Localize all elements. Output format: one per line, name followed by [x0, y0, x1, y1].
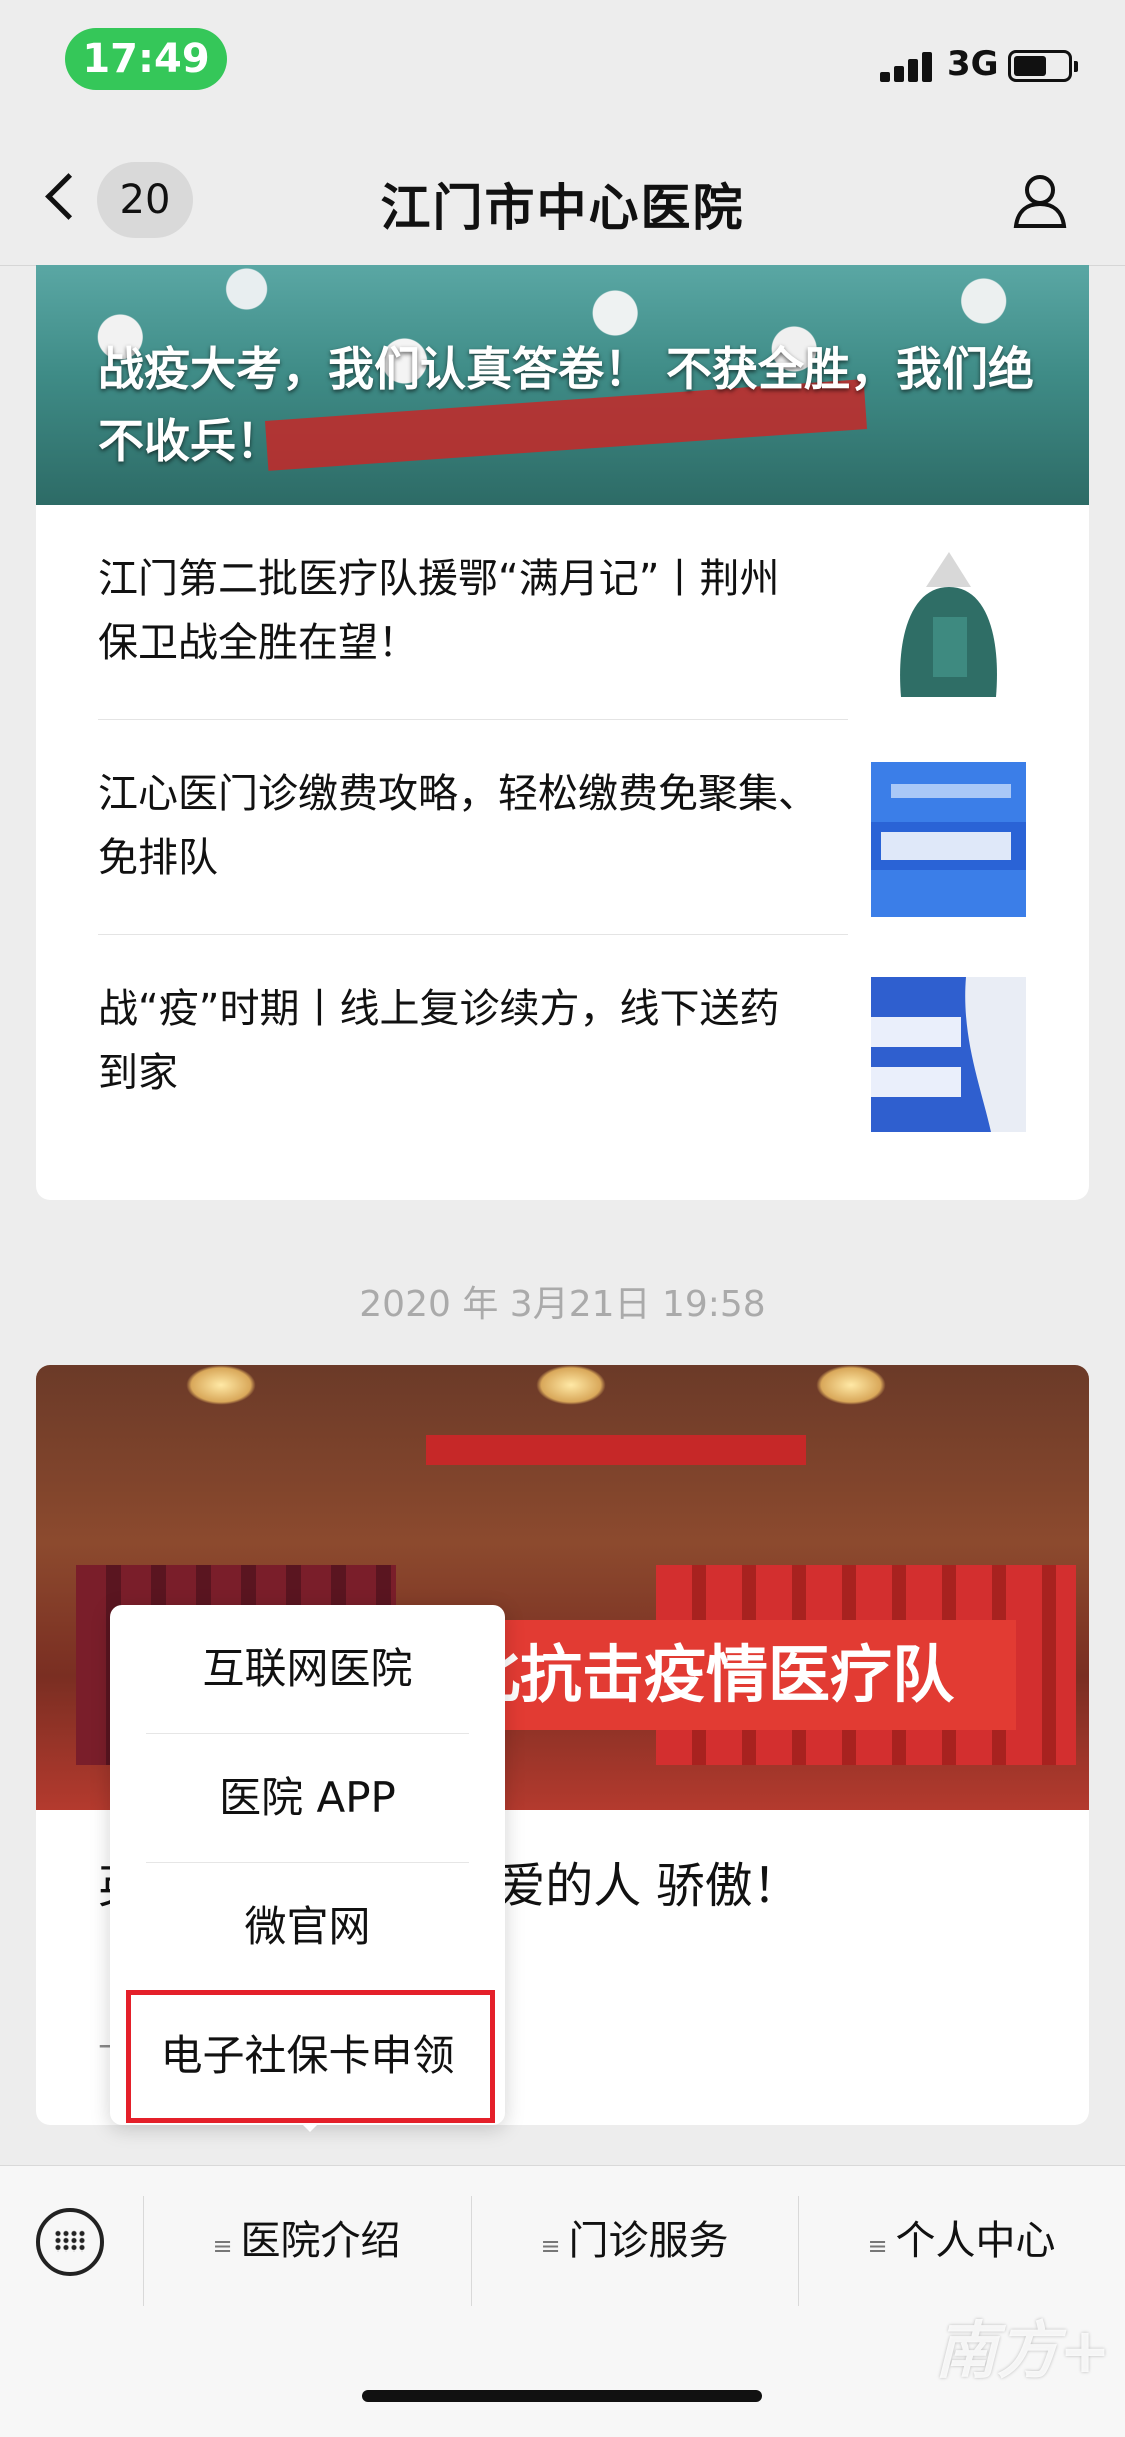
- list-item[interactable]: 战“疫”时期丨线上复诊续方，线下送药到家: [36, 935, 1089, 1150]
- page-title: 江门市中心医院: [380, 179, 745, 237]
- article-group-card: 战疫大考，我们认真答卷！ 不获全胜，我们绝不收兵！ 江门第二批医疗队援鄂“满月记…: [36, 265, 1089, 1200]
- chandelier-icon: [816, 1365, 886, 1405]
- submenu-item-hospital-app[interactable]: 医院 APP: [110, 1734, 505, 1862]
- hero-red-banner: [426, 1435, 806, 1465]
- menu-tab-hospital-intro[interactable]: ≡ 医院介绍: [143, 2206, 470, 2276]
- hero-article-image[interactable]: 战疫大考，我们认真答卷！ 不获全胜，我们绝不收兵！: [36, 265, 1089, 505]
- timestamp-label: 2020 年 3月21日 19:58: [359, 1284, 766, 1325]
- keyboard-icon[interactable]: [36, 2208, 104, 2276]
- watermark-logo: 南方+: [935, 2314, 1111, 2387]
- signal-icon: [880, 50, 936, 82]
- article-thumbnail[interactable]: [871, 762, 1026, 917]
- menu-tab-label: 医院介绍: [240, 2218, 401, 2264]
- article-thumbnail[interactable]: [871, 547, 1026, 702]
- submenu-item-micro-site[interactable]: 微官网: [110, 1863, 505, 1991]
- article-title[interactable]: 江门第二批医疗队援鄂“满月记”丨荆州保卫战全胜在望！: [98, 547, 818, 675]
- menu-lines-icon: ≡: [867, 2232, 888, 2260]
- status-time: 17:49: [65, 28, 227, 90]
- menu-lines-icon: ≡: [212, 2232, 233, 2260]
- battery-icon: [1008, 50, 1078, 82]
- menu-lines-icon: ≡: [540, 2232, 561, 2260]
- status-bar: 17:49 3G: [0, 0, 1125, 140]
- nav-bar: 20 江门市中心医院: [0, 140, 1125, 266]
- list-item[interactable]: 江门第二批医疗队援鄂“满月记”丨荆州保卫战全胜在望！: [36, 505, 1089, 720]
- list-item[interactable]: 江心医门诊缴费攻略，轻松缴费免聚集、免排队: [36, 720, 1089, 935]
- chandelier-icon: [186, 1365, 256, 1405]
- menu-tab-outpatient[interactable]: ≡ 门诊服务: [471, 2206, 798, 2276]
- article-title[interactable]: 江心医门诊缴费攻略，轻松缴费免聚集、免排队: [98, 762, 818, 890]
- hero-article-title[interactable]: 战疫大考，我们认真答卷！ 不获全胜，我们绝不收兵！: [98, 333, 1049, 477]
- menu-tab-personal-center[interactable]: ≡ 个人中心: [798, 2206, 1125, 2276]
- highlight-box: [126, 1990, 495, 2123]
- chandelier-icon: [536, 1365, 606, 1405]
- network-type: 3G: [947, 44, 999, 84]
- menu-tab-label: 门诊服务: [568, 2218, 729, 2264]
- submenu-item-internet-hospital[interactable]: 互联网医院: [110, 1605, 505, 1733]
- article-title[interactable]: 战“疫”时期丨线上复诊续方，线下送药到家: [98, 977, 818, 1105]
- article-thumbnail[interactable]: [871, 977, 1026, 1132]
- profile-icon[interactable]: [1010, 170, 1070, 230]
- menu-tab-label: 个人中心: [895, 2218, 1056, 2264]
- home-indicator[interactable]: [362, 2390, 762, 2402]
